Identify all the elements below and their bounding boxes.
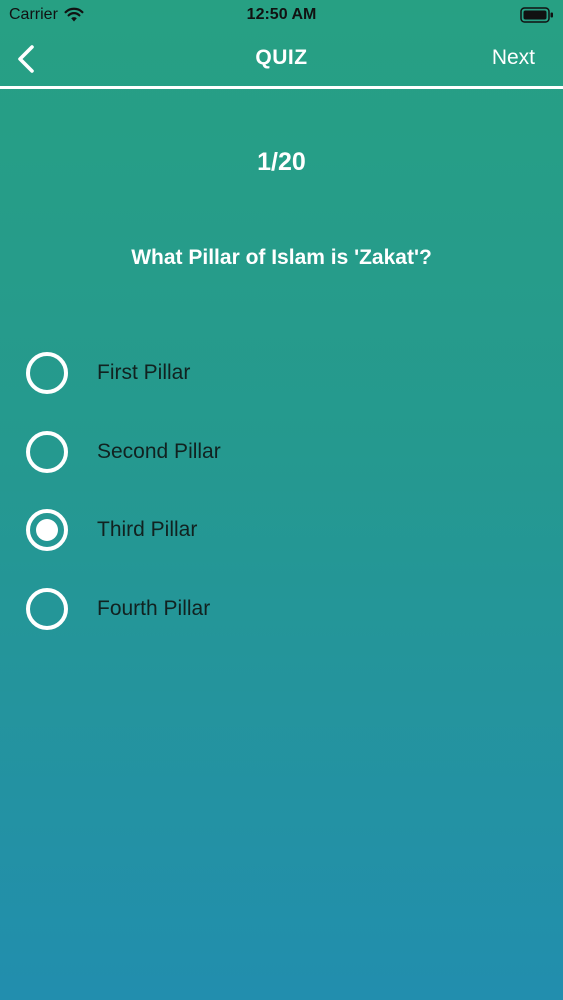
radio-button[interactable] <box>26 430 68 473</box>
option-second-pillar[interactable]: Second Pillar <box>26 427 526 477</box>
option-label: Third Pillar <box>97 518 198 541</box>
battery-icon <box>520 7 553 23</box>
option-first-pillar[interactable]: First Pillar <box>26 348 526 398</box>
page-title: QUIZ <box>255 46 308 69</box>
option-label: First Pillar <box>97 361 191 384</box>
option-label: Second Pillar <box>97 439 221 463</box>
radio-button[interactable] <box>26 352 68 394</box>
question-progress: 1/20 <box>257 148 306 176</box>
quiz-screen: Carrier 12:50 AM QUIZ Next 1/20 What Pil… <box>0 0 563 1000</box>
answer-options: First Pillar Second Pillar Third Pillar … <box>26 348 526 662</box>
radio-button[interactable] <box>26 509 68 551</box>
navigation-bar: QUIZ Next <box>0 30 563 88</box>
radio-button[interactable] <box>26 587 68 630</box>
nav-divider <box>0 86 563 89</box>
question-text: What Pillar of Islam is 'Zakat'? <box>131 246 432 269</box>
option-third-pillar[interactable]: Third Pillar <box>26 505 526 555</box>
option-label: Fourth Pillar <box>97 596 211 620</box>
option-fourth-pillar[interactable]: Fourth Pillar <box>26 584 526 634</box>
status-time: 12:50 AM <box>246 6 317 23</box>
status-bar: Carrier 12:50 AM <box>0 0 563 30</box>
next-button[interactable]: Next <box>492 46 535 70</box>
